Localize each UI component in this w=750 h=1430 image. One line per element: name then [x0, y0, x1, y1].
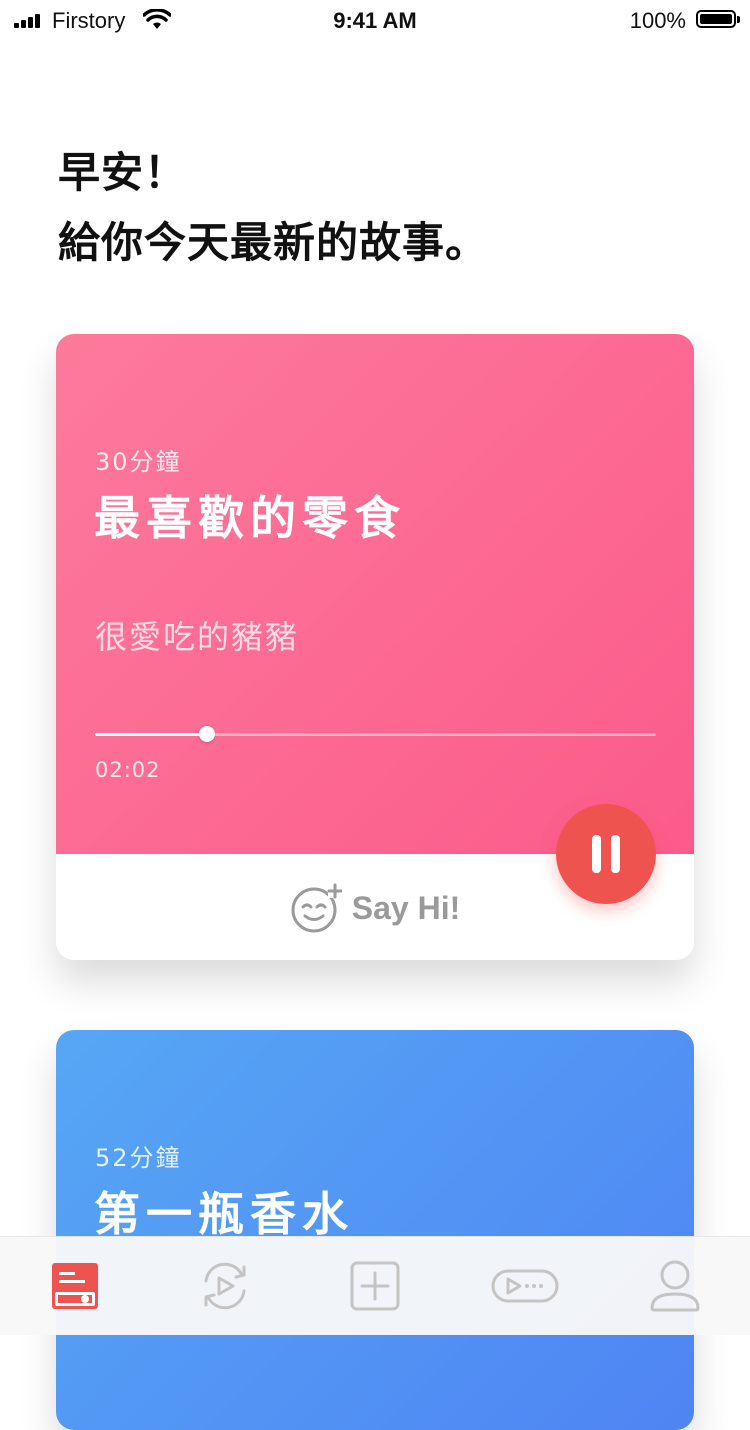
story-duration: 52分鐘 — [95, 1144, 182, 1172]
story-title: 最喜歡的零食 — [94, 491, 406, 545]
tab-stories[interactable] — [0, 1237, 150, 1335]
progress-knob[interactable] — [199, 726, 216, 742]
smiley-icon — [291, 883, 342, 933]
tab-profile[interactable] — [600, 1237, 750, 1335]
progress-slider[interactable] — [95, 726, 656, 742]
tab-video[interactable] — [450, 1237, 600, 1335]
tab-add[interactable] — [300, 1237, 450, 1335]
story-card-header[interactable]: 52分鐘 第一瓶香水 — [56, 1030, 694, 1430]
story-title: 第一瓶香水 — [94, 1187, 354, 1241]
greeting-line-2: 給你今天最新的故事。 — [58, 218, 489, 267]
story-card[interactable]: 52分鐘 第一瓶香水 — [56, 1030, 694, 1430]
battery-icon — [696, 10, 740, 28]
greeting: 早安！ 給你今天最新的故事。 — [58, 138, 488, 278]
story-card-header[interactable]: 30分鐘 最喜歡的零食 很愛吃的豬豬 02:02 — [56, 334, 694, 854]
battery-percent: 100% — [629, 8, 686, 33]
pause-icon-bar-left — [592, 835, 601, 873]
progress-fill — [95, 733, 208, 736]
profile-icon — [650, 1260, 700, 1312]
replay-icon — [204, 1262, 246, 1310]
story-subtitle: 很愛吃的豬豬 — [95, 618, 300, 656]
tab-replay[interactable] — [150, 1237, 300, 1335]
say-hi-label: Say Hi! — [351, 889, 461, 926]
tab-bar — [0, 1236, 750, 1335]
pause-icon-bar-right — [611, 835, 620, 873]
add-icon — [350, 1261, 400, 1311]
status-bar: Firstory 9:41 AM 100% — [0, 0, 750, 40]
story-duration: 30分鐘 — [95, 448, 182, 476]
greeting-line-1: 早安！ — [58, 148, 188, 197]
stories-icon — [52, 1263, 98, 1309]
elapsed-time: 02:02 — [95, 758, 161, 782]
video-icon — [491, 1269, 559, 1303]
pause-button[interactable] — [556, 804, 656, 904]
